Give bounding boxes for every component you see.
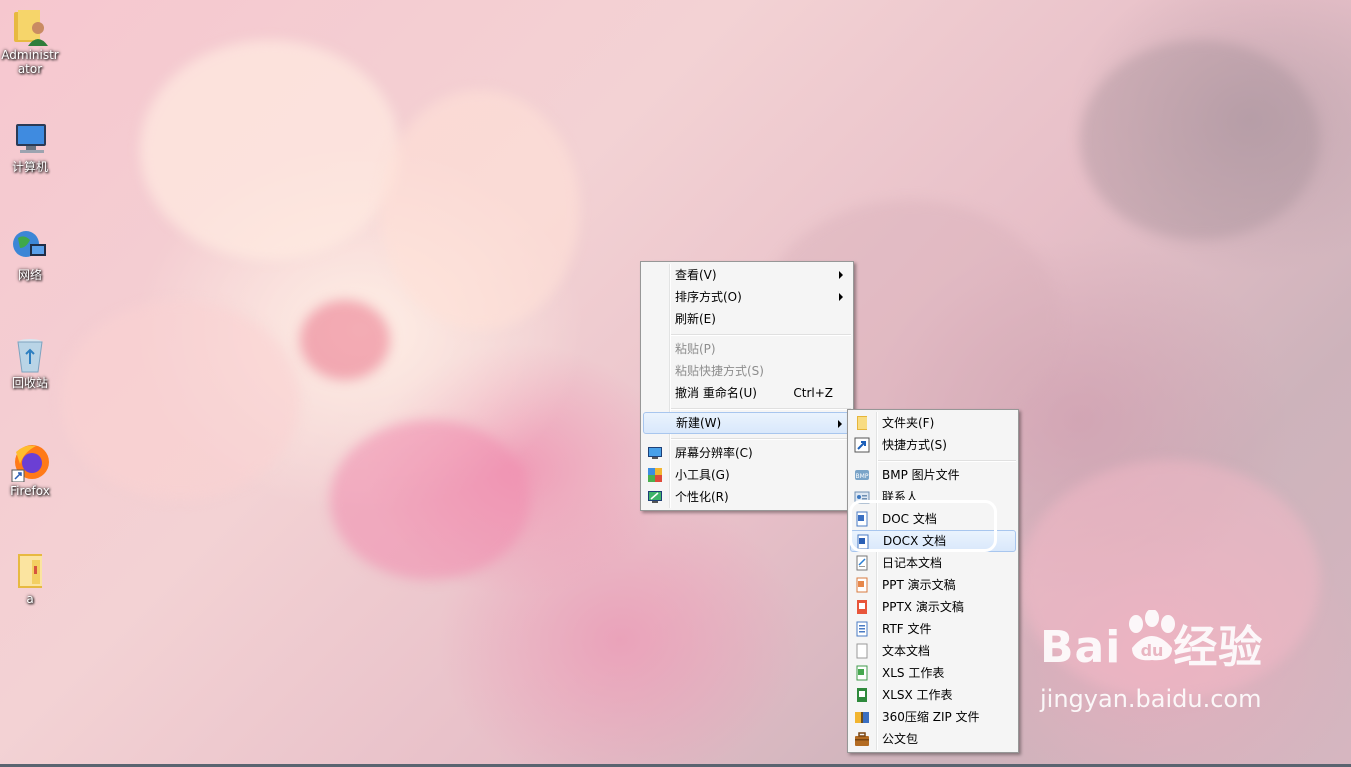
menu-item-label: 新建(W) xyxy=(676,416,722,430)
menu-item-label: 粘贴(P) xyxy=(675,342,716,356)
desktop-icon-label: Administrator xyxy=(1,48,59,76)
menu-item-label: 撤消 重命名(U) xyxy=(675,386,757,400)
desktop-icon-firefox[interactable]: Firefox xyxy=(0,436,60,498)
watermark-brand: Bai xyxy=(1040,622,1122,673)
menu-item-label: 小工具(G) xyxy=(675,468,730,482)
desktop-icon-label: a xyxy=(26,592,34,606)
desktop-icon-folder-a[interactable]: a xyxy=(0,544,60,606)
xls-icon xyxy=(854,665,870,681)
annotation-highlight-ring xyxy=(849,500,997,552)
journal-icon xyxy=(854,555,870,571)
menu-item-screen-resolution[interactable]: 屏幕分辨率(C) xyxy=(643,442,851,464)
menu-item-view[interactable]: 查看(V) xyxy=(643,264,851,286)
submenu-item-rtf[interactable]: RTF 文件 xyxy=(850,618,1016,640)
new-submenu: 文件夹(F) 快捷方式(S) BMP BMP 图片文件 联系人 DOC 文档 D… xyxy=(847,409,1019,753)
menu-separator xyxy=(671,438,851,440)
menu-item-label: XLS 工作表 xyxy=(882,666,945,680)
computer-icon xyxy=(10,118,50,158)
svg-text:BMP: BMP xyxy=(856,473,869,480)
menu-item-label: 快捷方式(S) xyxy=(882,438,947,452)
menu-item-personalize[interactable]: 个性化(R) xyxy=(643,486,851,508)
ppt-icon xyxy=(854,577,870,593)
submenu-item-briefcase[interactable]: 公文包 xyxy=(850,728,1016,750)
menu-item-label: 个性化(R) xyxy=(675,490,729,504)
xlsx-icon xyxy=(854,687,870,703)
menu-item-label: 排序方式(O) xyxy=(675,290,742,304)
shortcut-icon xyxy=(854,437,870,453)
menu-separator xyxy=(671,408,851,410)
folder-icon xyxy=(854,415,870,431)
menu-item-label: BMP 图片文件 xyxy=(882,468,960,482)
menu-item-gadgets[interactable]: 小工具(G) xyxy=(643,464,851,486)
submenu-arrow-icon xyxy=(839,293,843,301)
menu-item-label: 刷新(E) xyxy=(675,312,716,326)
submenu-item-zip[interactable]: 360压缩 ZIP 文件 xyxy=(850,706,1016,728)
menu-separator xyxy=(671,334,851,336)
submenu-item-shortcut[interactable]: 快捷方式(S) xyxy=(850,434,1016,456)
submenu-item-ppt[interactable]: PPT 演示文稿 xyxy=(850,574,1016,596)
menu-item-shortcut: Ctrl+Z xyxy=(793,386,833,400)
menu-item-new[interactable]: 新建(W) xyxy=(643,412,851,434)
network-icon xyxy=(10,226,50,266)
menu-item-label: XLSX 工作表 xyxy=(882,688,953,702)
menu-item-label: PPT 演示文稿 xyxy=(882,578,956,592)
desktop-icon-network[interactable]: 网络 xyxy=(0,220,60,282)
menu-item-label: 公文包 xyxy=(882,732,919,746)
menu-item-label: 查看(V) xyxy=(675,268,717,282)
menu-separator xyxy=(878,460,1016,462)
desktop-icon-label: 计算机 xyxy=(11,160,48,174)
briefcase-icon xyxy=(854,731,870,747)
menu-item-label: PPTX 演示文稿 xyxy=(882,600,964,614)
firefox-icon xyxy=(10,442,50,483)
menu-item-label: 日记本文档 xyxy=(882,556,943,570)
submenu-item-xls[interactable]: XLS 工作表 xyxy=(850,662,1016,684)
baidu-jingyan-watermark: Bai 经验 du jingyan.baidu.com xyxy=(1040,610,1263,714)
recycle-bin-icon xyxy=(10,334,50,374)
menu-item-label: RTF 文件 xyxy=(882,622,932,636)
menu-item-label: 粘贴快捷方式(S) xyxy=(675,364,764,378)
folder-icon xyxy=(10,550,50,590)
desktop-icon-label: 回收站 xyxy=(11,376,48,390)
submenu-arrow-icon xyxy=(838,420,842,428)
submenu-item-bmp[interactable]: BMP BMP 图片文件 xyxy=(850,464,1016,486)
zip-icon xyxy=(854,709,870,725)
submenu-item-journal[interactable]: 日记本文档 xyxy=(850,552,1016,574)
desktop-icon-recycle-bin[interactable]: 回收站 xyxy=(0,328,60,390)
svg-text:du: du xyxy=(1141,641,1164,660)
menu-item-label: 屏幕分辨率(C) xyxy=(675,446,753,460)
desktop-icon-administrator[interactable]: Administrator xyxy=(0,0,60,76)
submenu-item-folder[interactable]: 文件夹(F) xyxy=(850,412,1016,434)
text-file-icon xyxy=(854,643,870,659)
desktop-icon-label: 网络 xyxy=(17,268,42,282)
desktop-context-menu: 查看(V) 排序方式(O) 刷新(E) 粘贴(P) 粘贴快捷方式(S) 撤消 重… xyxy=(640,261,854,511)
gadgets-icon xyxy=(647,467,663,483)
bmp-icon: BMP xyxy=(854,467,870,483)
submenu-item-text[interactable]: 文本文档 xyxy=(850,640,1016,662)
menu-item-label: 文件夹(F) xyxy=(882,416,935,430)
submenu-item-xlsx[interactable]: XLSX 工作表 xyxy=(850,684,1016,706)
personalize-icon xyxy=(647,489,663,505)
menu-item-label: 360压缩 ZIP 文件 xyxy=(882,710,980,724)
submenu-item-pptx[interactable]: PPTX 演示文稿 xyxy=(850,596,1016,618)
menu-item-label: 文本文档 xyxy=(882,644,931,658)
display-icon xyxy=(647,445,663,461)
desktop-icon-label: Firefox xyxy=(10,484,50,498)
user-folder-icon xyxy=(10,6,50,46)
watermark-url: jingyan.baidu.com xyxy=(1040,685,1262,713)
desktop-icon-computer[interactable]: 计算机 xyxy=(0,112,60,174)
menu-item-undo-rename[interactable]: 撤消 重命名(U) Ctrl+Z xyxy=(643,382,851,404)
menu-item-paste: 粘贴(P) xyxy=(643,338,851,360)
menu-item-paste-shortcut: 粘贴快捷方式(S) xyxy=(643,360,851,382)
rtf-icon xyxy=(854,621,870,637)
menu-item-refresh[interactable]: 刷新(E) xyxy=(643,308,851,330)
pptx-icon xyxy=(854,599,870,615)
baidu-paw-icon: du xyxy=(1129,610,1175,661)
menu-item-sort-by[interactable]: 排序方式(O) xyxy=(643,286,851,308)
submenu-arrow-icon xyxy=(839,271,843,279)
